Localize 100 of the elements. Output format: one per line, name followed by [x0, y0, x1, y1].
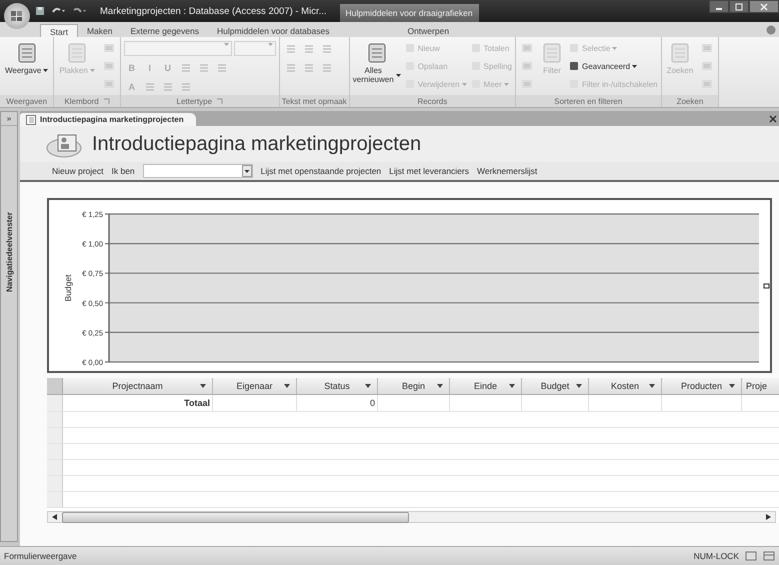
panel-icon: [102, 78, 115, 90]
lines-icon: [284, 42, 297, 54]
close-icon: [760, 2, 768, 10]
link[interactable]: Lijst met openstaande projecten: [260, 166, 382, 176]
panel-icon: [521, 60, 533, 72]
window-title: Marketingprojecten : Database (Access 2007) - Micr...: [100, 6, 327, 16]
dialog-launcher-icon[interactable]: [216, 98, 224, 104]
lines-icon: [302, 62, 315, 74]
filter-arrow-icon[interactable]: [649, 384, 655, 388]
filter-arrow-icon[interactable]: [576, 384, 582, 388]
maximize-button[interactable]: [729, 0, 749, 13]
column-header[interactable]: Projectnaam: [63, 378, 213, 394]
navigation-pane-label: Navigatiedeelvenster: [4, 212, 14, 292]
lines-icon: [180, 80, 192, 92]
group-label: Weergaven: [6, 96, 48, 106]
column-header[interactable]: Begin: [378, 378, 450, 394]
y-axis-title: Budget: [63, 274, 73, 302]
ribbon-button[interactable]: Alles vernieuwen: [352, 40, 401, 86]
contextual-tab-title: Hulpmiddelen voor draaigrafieken: [340, 4, 479, 22]
navigation-pane[interactable]: » Navigatiedeelvenster: [0, 111, 18, 542]
filter-arrow-icon[interactable]: [365, 384, 371, 388]
lines-icon: [216, 62, 228, 74]
column-header[interactable]: Kosten: [589, 378, 662, 394]
filter-arrow-icon[interactable]: [729, 384, 735, 388]
form-icon: [26, 114, 36, 124]
panel-icon: [102, 60, 115, 72]
layout-view-icon[interactable]: [763, 551, 775, 561]
maximize-icon: [735, 2, 743, 10]
filter-arrow-icon[interactable]: [437, 384, 443, 388]
filter-arrow-icon[interactable]: [509, 384, 515, 388]
caret-icon: [268, 43, 273, 46]
panel-icon: [521, 78, 533, 90]
minimize-button[interactable]: [709, 0, 729, 13]
square-icon: [569, 61, 579, 71]
link[interactable]: Werknemerslijst: [477, 166, 538, 176]
lines-icon: [302, 42, 315, 54]
square-icon: [404, 43, 415, 53]
link[interactable]: Nieuw project: [52, 166, 104, 176]
dialog-launcher-icon[interactable]: [102, 98, 110, 104]
panel-icon: [701, 60, 714, 72]
row-selector[interactable]: [47, 395, 63, 411]
total-cell: Totaal: [184, 398, 210, 408]
group-label: Zoeken: [676, 96, 704, 106]
close-button[interactable]: [749, 0, 779, 13]
legend-icon: [764, 284, 770, 288]
group-label: Lettertype: [176, 96, 212, 106]
square-icon: [569, 43, 579, 53]
column-header[interactable]: Budget: [522, 378, 589, 394]
close-icon[interactable]: [769, 114, 777, 122]
document-icon: [668, 42, 691, 64]
ribbon-tab[interactable]: Start: [40, 24, 78, 37]
lines-icon: [320, 42, 333, 54]
link[interactable]: Lijst met leveranciers: [389, 166, 469, 176]
document-tab[interactable]: Introductiepagina marketingprojecten: [20, 113, 196, 126]
form-title: Introductiepagina marketingprojecten: [92, 132, 422, 156]
panel-icon: [701, 42, 714, 54]
ribbon-tab[interactable]: Externe gegevens: [121, 24, 208, 37]
lines-icon: [320, 62, 333, 74]
column-header[interactable]: Einde: [450, 378, 522, 394]
total-cell: 0: [370, 398, 375, 408]
grid-icon: [10, 9, 24, 23]
document-icon: [16, 42, 38, 64]
panel-icon: [701, 78, 714, 90]
lines-icon: [284, 62, 297, 74]
scroll-left-icon[interactable]: [52, 514, 57, 520]
document-icon: [366, 42, 388, 64]
column-header[interactable]: Status: [297, 378, 378, 394]
group-label: Sorteren en filteren: [554, 96, 622, 106]
field-label: Ik ben: [112, 166, 135, 176]
document-icon: [66, 42, 88, 64]
help-icon[interactable]: [766, 24, 776, 34]
ribbon-tab[interactable]: Ontwerpen: [383, 24, 580, 37]
group-label: Klembord: [64, 96, 99, 106]
ribbon-button[interactable]: Geavanceerd: [569, 58, 658, 74]
save-icon[interactable]: [35, 6, 45, 16]
lines-icon: [198, 62, 210, 74]
document-icon: [541, 42, 563, 64]
lines-icon: [180, 62, 192, 74]
select-all-cell[interactable]: [47, 378, 63, 394]
horizontal-scrollbar[interactable]: [47, 511, 776, 523]
scroll-right-icon[interactable]: [766, 514, 771, 520]
form-view-icon[interactable]: [745, 551, 757, 561]
status-text: Formulierweergave: [4, 551, 77, 561]
lines-icon: [144, 80, 156, 92]
ribbon-tab[interactable]: Maken: [78, 24, 122, 37]
column-header[interactable]: Proje: [742, 378, 779, 394]
filter-arrow-icon[interactable]: [200, 384, 206, 388]
filter-arrow-icon[interactable]: [284, 384, 290, 388]
num-lock-indicator: NUM-LOCK: [694, 551, 739, 561]
ribbon-tab[interactable]: Hulpmiddelen voor databases: [208, 24, 338, 37]
office-button[interactable]: [4, 3, 30, 29]
panel-icon: [521, 42, 533, 54]
column-header[interactable]: Producten: [662, 378, 742, 394]
ribbon-button[interactable]: Weergave: [3, 40, 50, 77]
scrollbar-thumb[interactable]: [62, 512, 409, 522]
column-header[interactable]: Eigenaar: [213, 378, 297, 394]
expand-button[interactable]: »: [1, 112, 17, 126]
caret-icon: [224, 43, 229, 46]
group-label: Tekst met opmaak: [282, 96, 347, 106]
lines-icon: [162, 80, 174, 92]
